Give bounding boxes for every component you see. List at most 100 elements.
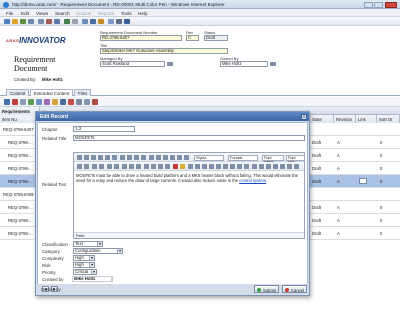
font-dropdown[interactable]: Font name xyxy=(262,154,284,164)
move-up-icon[interactable] xyxy=(20,99,26,105)
align-right-icon[interactable] xyxy=(134,155,139,160)
delete-row-icon[interactable] xyxy=(92,99,98,105)
copy-icon[interactable] xyxy=(60,99,66,105)
tab-files[interactable]: Files xyxy=(74,89,92,96)
link-icon[interactable] xyxy=(359,178,367,184)
text-color-icon[interactable] xyxy=(173,164,178,169)
managed-by-lookup-icon[interactable] xyxy=(167,62,173,66)
column-sort-order[interactable]: Sort Or xyxy=(377,115,400,123)
format-dropdown[interactable]: Format xyxy=(228,154,258,161)
menu-views[interactable]: Views xyxy=(36,11,48,16)
complexity-select[interactable]: High ▼ xyxy=(73,255,95,261)
export-icon[interactable] xyxy=(108,19,114,24)
underline-icon[interactable] xyxy=(105,155,110,160)
image-icon[interactable] xyxy=(144,164,149,169)
replace-icon[interactable] xyxy=(184,155,189,160)
undo-icon[interactable] xyxy=(107,164,112,169)
unlink-icon[interactable] xyxy=(129,164,134,169)
bold-icon[interactable] xyxy=(91,155,96,160)
code-icon[interactable] xyxy=(165,164,170,169)
background-color-icon[interactable] xyxy=(180,164,185,169)
copy-text-icon[interactable] xyxy=(156,155,161,160)
strikethrough-icon[interactable] xyxy=(112,155,117,160)
delete-icon[interactable] xyxy=(46,19,52,24)
classification-select[interactable]: Text ▼ xyxy=(73,241,103,247)
table-icon[interactable] xyxy=(188,164,193,169)
paste-word-icon[interactable] xyxy=(170,155,175,160)
paste-text-icon[interactable] xyxy=(163,155,168,160)
delete-col-icon[interactable] xyxy=(230,164,235,169)
doc-number-field[interactable]: RD-3786-6407 xyxy=(100,35,182,41)
outdent-icon[interactable] xyxy=(44,99,50,105)
promote-icon[interactable] xyxy=(90,19,96,24)
edit-row-icon[interactable] xyxy=(52,99,58,105)
chapter-field[interactable]: 1.3 xyxy=(73,126,135,132)
editor-content[interactable]: MOSFETs must be able to drive a heated b… xyxy=(76,173,303,225)
workflow-icon[interactable] xyxy=(98,19,104,24)
row-props-icon[interactable] xyxy=(195,164,200,169)
numbered-list-icon[interactable] xyxy=(84,164,89,169)
maximize-icon[interactable] xyxy=(374,1,383,8)
emotions-icon[interactable] xyxy=(287,164,292,169)
save-icon[interactable] xyxy=(20,19,26,24)
menu-edit[interactable]: Edit xyxy=(21,11,29,16)
tab-extended-content[interactable]: Extended Content xyxy=(30,89,74,96)
hr-icon[interactable] xyxy=(252,164,257,169)
insert-col-icon[interactable] xyxy=(223,164,228,169)
lock-icon[interactable] xyxy=(64,19,70,24)
report-icon[interactable] xyxy=(116,19,122,24)
remove-format-icon[interactable] xyxy=(259,164,264,169)
paste-icon[interactable] xyxy=(84,99,90,105)
print-icon[interactable] xyxy=(38,19,44,24)
delete-row-text-icon[interactable] xyxy=(216,164,221,169)
refresh-icon[interactable] xyxy=(54,19,60,24)
styles-dropdown[interactable]: Styles xyxy=(194,154,224,161)
cleanup-icon[interactable] xyxy=(151,164,156,169)
menu-file[interactable]: File xyxy=(6,11,13,16)
column-revision[interactable]: Revision xyxy=(334,115,356,123)
save-close-icon[interactable] xyxy=(28,19,34,24)
subscript-icon[interactable] xyxy=(266,164,271,169)
owned-by-lookup-icon[interactable] xyxy=(270,62,276,66)
view-icon[interactable] xyxy=(4,99,10,105)
cell-props-icon[interactable] xyxy=(202,164,207,169)
split-cell-icon[interactable] xyxy=(237,164,242,169)
close-window-icon[interactable] xyxy=(385,1,397,8)
merge-cell-icon[interactable] xyxy=(244,164,249,169)
italic-icon[interactable] xyxy=(98,155,103,160)
menu-search[interactable]: Search xyxy=(55,11,70,16)
version-icon[interactable] xyxy=(82,19,88,24)
menu-tools[interactable]: Tools xyxy=(121,11,132,16)
risk-select[interactable]: High ▼ xyxy=(73,262,95,268)
align-left-icon[interactable] xyxy=(120,155,125,160)
justify-icon[interactable] xyxy=(141,155,146,160)
media-icon[interactable] xyxy=(294,164,299,169)
cancel-button[interactable]: Cancel xyxy=(282,285,308,293)
new-icon[interactable] xyxy=(4,19,10,24)
related-title-field[interactable]: MOSFETs xyxy=(73,135,305,141)
rev-field[interactable]: C xyxy=(186,35,199,41)
priority-select[interactable]: Critical ▼ xyxy=(73,269,97,275)
find-icon[interactable] xyxy=(177,155,182,160)
help-text-icon[interactable] xyxy=(158,164,163,169)
menu-reports[interactable]: Reports xyxy=(98,11,114,16)
column-link[interactable]: Link xyxy=(356,115,377,123)
column-item-number[interactable]: Item Nu xyxy=(0,115,40,123)
owned-by-field[interactable]: Mike Holtz xyxy=(220,61,268,67)
insert-row-icon[interactable] xyxy=(209,164,214,169)
superscript-icon[interactable] xyxy=(273,164,278,169)
cut-text-icon[interactable] xyxy=(149,155,154,160)
remove-row-icon[interactable] xyxy=(68,99,74,105)
menu-actions[interactable]: Actions xyxy=(76,11,91,16)
dialog-close-icon[interactable]: ✕ xyxy=(301,113,307,120)
unlock-icon[interactable] xyxy=(72,19,78,24)
menu-help[interactable]: Help xyxy=(138,11,147,16)
title-field[interactable]: Step/Stroller MK7 Outrunner Assembly xyxy=(100,48,228,54)
tab-content[interactable]: Content xyxy=(6,89,30,96)
redo-icon[interactable] xyxy=(114,164,119,169)
editor-save-icon[interactable] xyxy=(84,155,89,160)
add-row-icon[interactable] xyxy=(12,99,18,105)
dialog-title-bar[interactable]: Edit Record xyxy=(36,112,309,121)
cut-icon[interactable] xyxy=(76,99,82,105)
related-text-link[interactable]: control system xyxy=(239,178,266,183)
